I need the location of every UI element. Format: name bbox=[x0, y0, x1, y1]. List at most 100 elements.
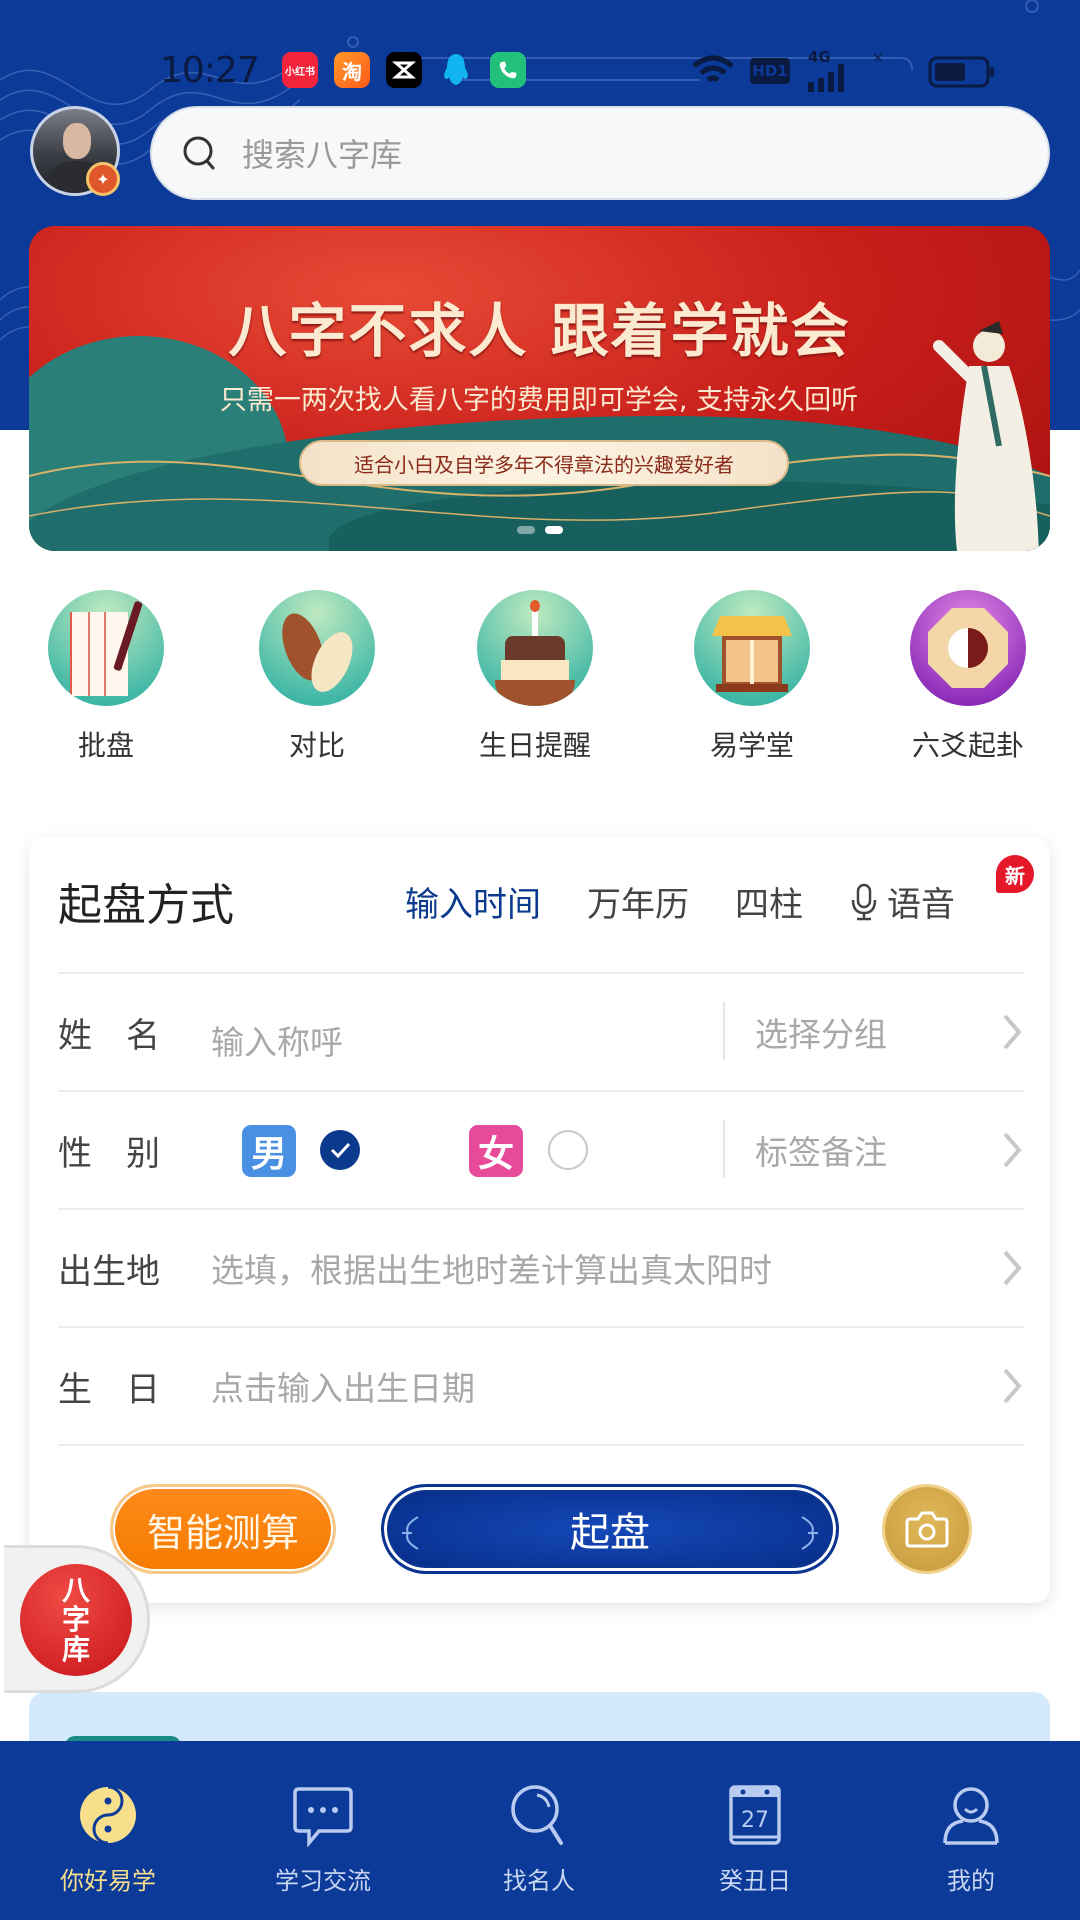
carousel-dot-active[interactable] bbox=[544, 526, 563, 534]
magnifier-icon bbox=[511, 1785, 563, 1845]
birthday-cake-icon bbox=[477, 590, 593, 706]
pavilion-icon bbox=[694, 590, 810, 706]
chevron-right-icon[interactable] bbox=[1000, 1012, 1024, 1052]
smart-calc-button[interactable]: 智能测算 bbox=[110, 1484, 336, 1574]
shortcut-pipan[interactable]: 批盘 bbox=[26, 590, 186, 764]
yin-yang-icon bbox=[80, 1785, 136, 1845]
float-char: 字 bbox=[61, 1603, 90, 1637]
shortcut-label: 批盘 bbox=[77, 729, 134, 762]
male-chip[interactable]: 男 bbox=[242, 1125, 296, 1177]
chevron-right-icon[interactable] bbox=[1000, 1366, 1024, 1406]
female-chip[interactable]: 女 bbox=[469, 1125, 523, 1177]
calendar-day-text: 27 bbox=[741, 1808, 769, 1833]
promo-banner[interactable]: 八字不求人 跟着学就会 只需一两次找人看八字的费用即可学会, 支持永久回听 适合… bbox=[29, 226, 1050, 551]
carousel-dots bbox=[29, 526, 1050, 534]
koi-fish-icon bbox=[259, 590, 375, 706]
female-radio[interactable] bbox=[548, 1130, 588, 1170]
search-input[interactable]: 搜索八字库 bbox=[150, 106, 1050, 200]
vip-badge-icon: ✦ bbox=[86, 162, 120, 196]
shortcut-liuyao[interactable]: 六爻起卦 bbox=[888, 590, 1048, 764]
chevron-right-icon[interactable] bbox=[1000, 1130, 1024, 1170]
camera-button[interactable] bbox=[882, 1484, 972, 1574]
avatar-face bbox=[63, 123, 91, 159]
float-char: 库 bbox=[61, 1632, 90, 1666]
name-row: 姓 名 输入称呼 选择分组 bbox=[58, 974, 1024, 1090]
birthday-row[interactable]: 生 日 点击输入出生日期 bbox=[58, 1328, 1024, 1444]
gender-row: 性 别 男 女 标签备注 bbox=[58, 1092, 1024, 1208]
nav-label: 你好易学 bbox=[60, 1867, 156, 1895]
search-placeholder: 搜索八字库 bbox=[242, 136, 403, 174]
nav-label: 学习交流 bbox=[275, 1867, 371, 1895]
app-icon-label: 淘 bbox=[342, 59, 362, 84]
tab-input-time[interactable]: 输入时间 bbox=[405, 877, 541, 926]
status-bar: 10:27 小红书 淘 HD1 4G × bbox=[0, 48, 1080, 92]
wifi-icon bbox=[692, 55, 734, 83]
shortcut-duibi[interactable]: 对比 bbox=[237, 590, 397, 764]
banner-subtitle: 只需一两次找人看八字的费用即可学会, 支持永久回听 bbox=[219, 385, 859, 416]
divider bbox=[58, 1444, 1024, 1446]
start-chart-button[interactable]: 起盘 bbox=[381, 1484, 839, 1574]
ornament-right-icon bbox=[801, 1516, 818, 1550]
male-radio-checked[interactable] bbox=[320, 1130, 360, 1170]
chat-bubble-icon bbox=[293, 1787, 353, 1847]
shortcut-label: 易学堂 bbox=[709, 729, 794, 762]
nav-almanac[interactable]: 27 癸丑日 bbox=[675, 1783, 835, 1896]
nav-home[interactable]: 你好易学 bbox=[28, 1783, 188, 1896]
name-label: 姓 名 bbox=[58, 1015, 160, 1056]
xiaohongshu-app-icon: 小红书 bbox=[282, 52, 318, 88]
tab-four-pillars[interactable]: 四柱 bbox=[735, 877, 803, 926]
vertical-separator bbox=[723, 1120, 725, 1178]
carousel-dot[interactable] bbox=[516, 526, 535, 534]
birthplace-input[interactable]: 选填，根据出生地时差计算出真太阳时 bbox=[211, 1210, 772, 1326]
tab-calendar[interactable]: 万年历 bbox=[587, 877, 689, 926]
group-select[interactable]: 选择分组 bbox=[755, 974, 887, 1090]
nav-profile[interactable]: 我的 bbox=[891, 1783, 1051, 1896]
bagua-icon bbox=[910, 590, 1026, 706]
calendar-icon: 27 bbox=[729, 1785, 781, 1845]
birthplace-label: 出生地 bbox=[58, 1251, 160, 1292]
search-icon bbox=[183, 136, 215, 170]
new-badge: 新 bbox=[996, 855, 1034, 893]
signal-icon bbox=[808, 64, 844, 92]
tag-note-input[interactable]: 标签备注 bbox=[755, 1092, 887, 1208]
gender-label: 性 别 bbox=[58, 1133, 160, 1174]
nav-community[interactable]: 学习交流 bbox=[243, 1783, 403, 1896]
shortcut-label: 六爻起卦 bbox=[911, 729, 1024, 762]
status-time: 10:27 bbox=[160, 50, 260, 91]
vertical-separator bbox=[723, 1002, 725, 1060]
bottom-nav: 你好易学 学习交流 找名人 27 癸丑日 我的 bbox=[0, 1741, 1080, 1920]
nav-label: 我的 bbox=[947, 1867, 995, 1895]
name-input[interactable]: 输入称呼 bbox=[211, 982, 343, 1098]
shortcut-label: 生日提醒 bbox=[478, 729, 591, 762]
microphone-icon bbox=[851, 883, 877, 920]
person-icon bbox=[943, 1787, 999, 1845]
float-char: 八 bbox=[61, 1573, 90, 1607]
no-sim-mark: × bbox=[872, 50, 884, 66]
start-chart-label: 起盘 bbox=[570, 1510, 650, 1556]
banner-title: 八字不求人 跟着学就会 bbox=[228, 297, 851, 365]
shortcut-yixuetang[interactable]: 易学堂 bbox=[672, 590, 832, 764]
shortcut-birthday[interactable]: 生日提醒 bbox=[455, 590, 615, 764]
nav-label: 癸丑日 bbox=[719, 1867, 791, 1895]
bazi-library-badge: 八 字 库 bbox=[20, 1564, 132, 1676]
chevron-right-icon[interactable] bbox=[1000, 1248, 1024, 1288]
birthplace-row[interactable]: 出生地 选填，根据出生地时差计算出真太阳时 bbox=[58, 1210, 1024, 1326]
qq-penguin-icon bbox=[444, 54, 468, 85]
taobao-app-icon: 淘 bbox=[334, 52, 370, 88]
bazi-library-float-button[interactable]: 八 字 库 bbox=[4, 1545, 150, 1693]
nav-find-celebrity[interactable]: 找名人 bbox=[459, 1783, 619, 1896]
battery-icon bbox=[928, 56, 994, 88]
phone-handset-icon bbox=[499, 61, 517, 79]
shortcut-row: 批盘 对比 生日提醒 易学堂 六爻起卦 bbox=[0, 590, 1080, 770]
brush-paper-icon bbox=[48, 590, 164, 706]
input-method-tabs: 输入时间 万年历 四柱 语音 bbox=[405, 877, 1001, 926]
ornament-left-icon bbox=[402, 1516, 419, 1550]
tab-voice[interactable]: 语音 bbox=[849, 877, 955, 926]
scholar-figure-icon bbox=[933, 321, 1039, 551]
birthday-input[interactable]: 点击输入出生日期 bbox=[211, 1328, 475, 1444]
card-title: 起盘方式 bbox=[58, 880, 234, 931]
qq-app-icon bbox=[438, 52, 474, 88]
hd-icon: HD1 bbox=[750, 58, 790, 84]
capcut-glyph-icon bbox=[392, 61, 416, 79]
app-icon-label: 小红书 bbox=[285, 66, 315, 78]
